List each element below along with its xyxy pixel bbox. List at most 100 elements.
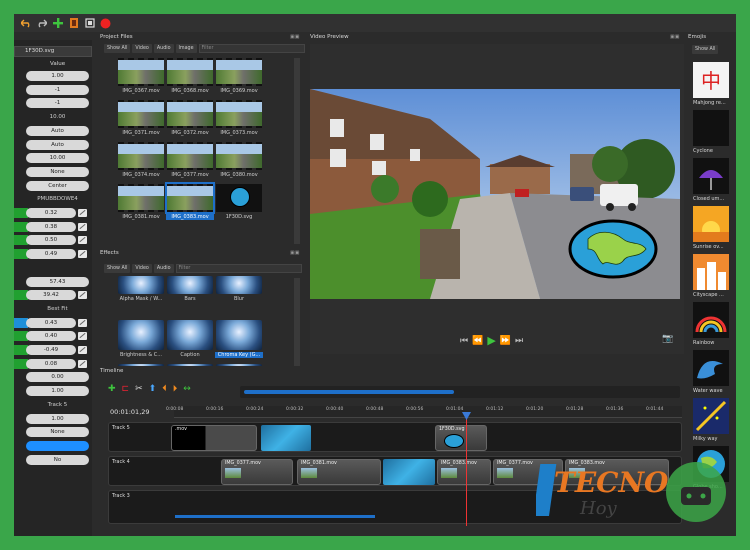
effect-thumbnail[interactable] [167,276,213,294]
property-row[interactable]: Center [14,180,92,192]
file-thumbnail[interactable] [118,184,164,212]
add-icon[interactable] [52,18,63,29]
property-row[interactable]: 0.40 [14,330,92,342]
curve-icon[interactable] [78,236,87,245]
center-playhead-icon[interactable]: ↔ [183,384,191,394]
jump-end-icon[interactable]: ⏭ [515,336,523,346]
property-value[interactable]: -0.49 [26,345,76,355]
property-row[interactable] [14,262,92,274]
property-row[interactable]: Best Fit [14,303,92,315]
add-track-icon[interactable]: ✚ [108,384,116,394]
property-value[interactable]: 0.32 [26,208,76,218]
file-thumbnail[interactable] [167,142,213,170]
property-row[interactable]: Track 5 [14,399,92,411]
undo-icon[interactable] [20,18,31,29]
curve-icon[interactable] [78,209,87,217]
property-value[interactable]: PMUBBDOWE4 [26,194,89,204]
property-row[interactable]: 10.00 [14,111,92,123]
file-thumbnail[interactable] [118,142,164,170]
filter-audio[interactable]: Audio [153,44,174,53]
property-row[interactable]: 1.00 [14,385,92,397]
property-row[interactable]: 0.50 [14,234,92,246]
property-row[interactable]: -0.49 [14,344,92,356]
razor-icon[interactable]: ✂ [135,384,143,394]
curve-icon[interactable] [78,332,87,341]
property-value[interactable]: 0.08 [26,358,76,369]
filter-show-all[interactable]: Show All [104,44,131,53]
property-value[interactable]: Best Fit [26,304,89,314]
emoji-thumbnail[interactable] [693,302,729,338]
emoji-thumbnail[interactable] [693,158,729,194]
property-value[interactable]: Track 5 [26,400,89,410]
globe-icon[interactable] [568,219,658,279]
curve-icon[interactable] [78,318,87,327]
property-row[interactable]: 0.08 [14,358,92,370]
property-value[interactable]: None [26,427,89,438]
effect-thumbnail[interactable] [216,320,262,350]
effects-filter-show-all[interactable]: Show All [104,264,131,273]
emoji-thumbnail[interactable] [693,254,729,290]
property-value[interactable]: 0.50 [26,235,76,246]
track-5[interactable]: Track 5 .mov 1F30D.svg [108,422,682,452]
curve-icon[interactable] [78,222,87,231]
timeline-hscroll[interactable] [175,515,375,518]
redo-icon[interactable] [36,18,47,29]
emoji-thumbnail[interactable]: 中 [693,62,729,98]
property-row[interactable]: 0.32 [14,207,92,219]
property-row[interactable]: Auto [14,139,92,151]
property-row[interactable]: 10.00 [14,152,92,164]
property-value[interactable] [26,440,89,451]
property-value[interactable]: None [26,166,89,177]
property-value[interactable]: 0.00 [26,372,89,383]
effect-thumbnail[interactable] [118,276,164,294]
property-value[interactable]: 39.42 [26,290,76,301]
emoji-thumbnail[interactable] [693,398,729,434]
property-value[interactable]: 10.00 [26,153,89,164]
file-thumbnail[interactable] [167,100,213,128]
file-thumbnail[interactable] [216,142,262,170]
emojis-filter-show-all[interactable]: Show All [692,45,719,54]
property-value[interactable]: 0.43 [26,317,76,328]
property-row[interactable] [14,440,92,452]
property-row[interactable]: 39.42 [14,289,92,301]
property-row[interactable]: None [14,426,92,438]
property-value[interactable]: -1 [26,84,89,95]
curve-icon[interactable] [78,250,87,259]
effects-scrollbar[interactable] [294,278,300,372]
camera-icon[interactable]: 📷 [662,334,673,344]
property-value[interactable]: Auto [26,139,89,150]
property-value[interactable]: 0.49 [26,249,76,260]
property-value[interactable]: 57.43 [26,276,89,287]
effects-pin-icon[interactable]: ▣▣ [290,250,299,256]
panel-pin-icon[interactable]: ▣▣ [290,34,299,40]
file-thumbnail[interactable] [118,58,164,86]
property-value[interactable]: 1.00 [26,413,89,424]
emoji-thumbnail[interactable] [693,110,729,146]
playhead[interactable] [466,416,467,526]
filter-image[interactable]: Image [175,44,197,53]
file-thumbnail[interactable] [216,184,262,212]
property-row[interactable]: Auto [14,125,92,137]
property-value[interactable]: 0.38 [26,221,76,232]
property-row[interactable]: 0.38 [14,221,92,233]
filter-video[interactable]: Video [132,44,152,53]
property-row[interactable]: PMUBBDOWE4 [14,193,92,205]
clip[interactable]: IMG_0381.mov [297,459,381,485]
clip[interactable]: .mov [171,425,257,451]
project-files-filter-input[interactable]: Filter [198,44,305,53]
property-row[interactable]: None [14,166,92,178]
property-value[interactable]: 0.40 [26,331,76,342]
file-thumbnail[interactable] [118,100,164,128]
timeline-ruler[interactable]: 0:00:08 0:00:16 0:00:24 0:00:32 0:00:40 0:00:… [166,406,682,418]
emoji-thumbnail[interactable] [693,350,729,386]
record-icon[interactable] [100,18,111,29]
video-frame[interactable] [310,89,680,299]
file-thumbnail[interactable] [167,58,213,86]
property-row[interactable]: 1.00 [14,70,92,82]
property-row[interactable]: 0.00 [14,371,92,383]
property-row[interactable]: -1 [14,97,92,109]
property-value[interactable]: -1 [26,98,89,109]
property-value[interactable]: 1.00 [26,386,89,397]
transition[interactable] [383,459,435,485]
previous-marker-icon[interactable]: ⏴ [162,384,167,394]
